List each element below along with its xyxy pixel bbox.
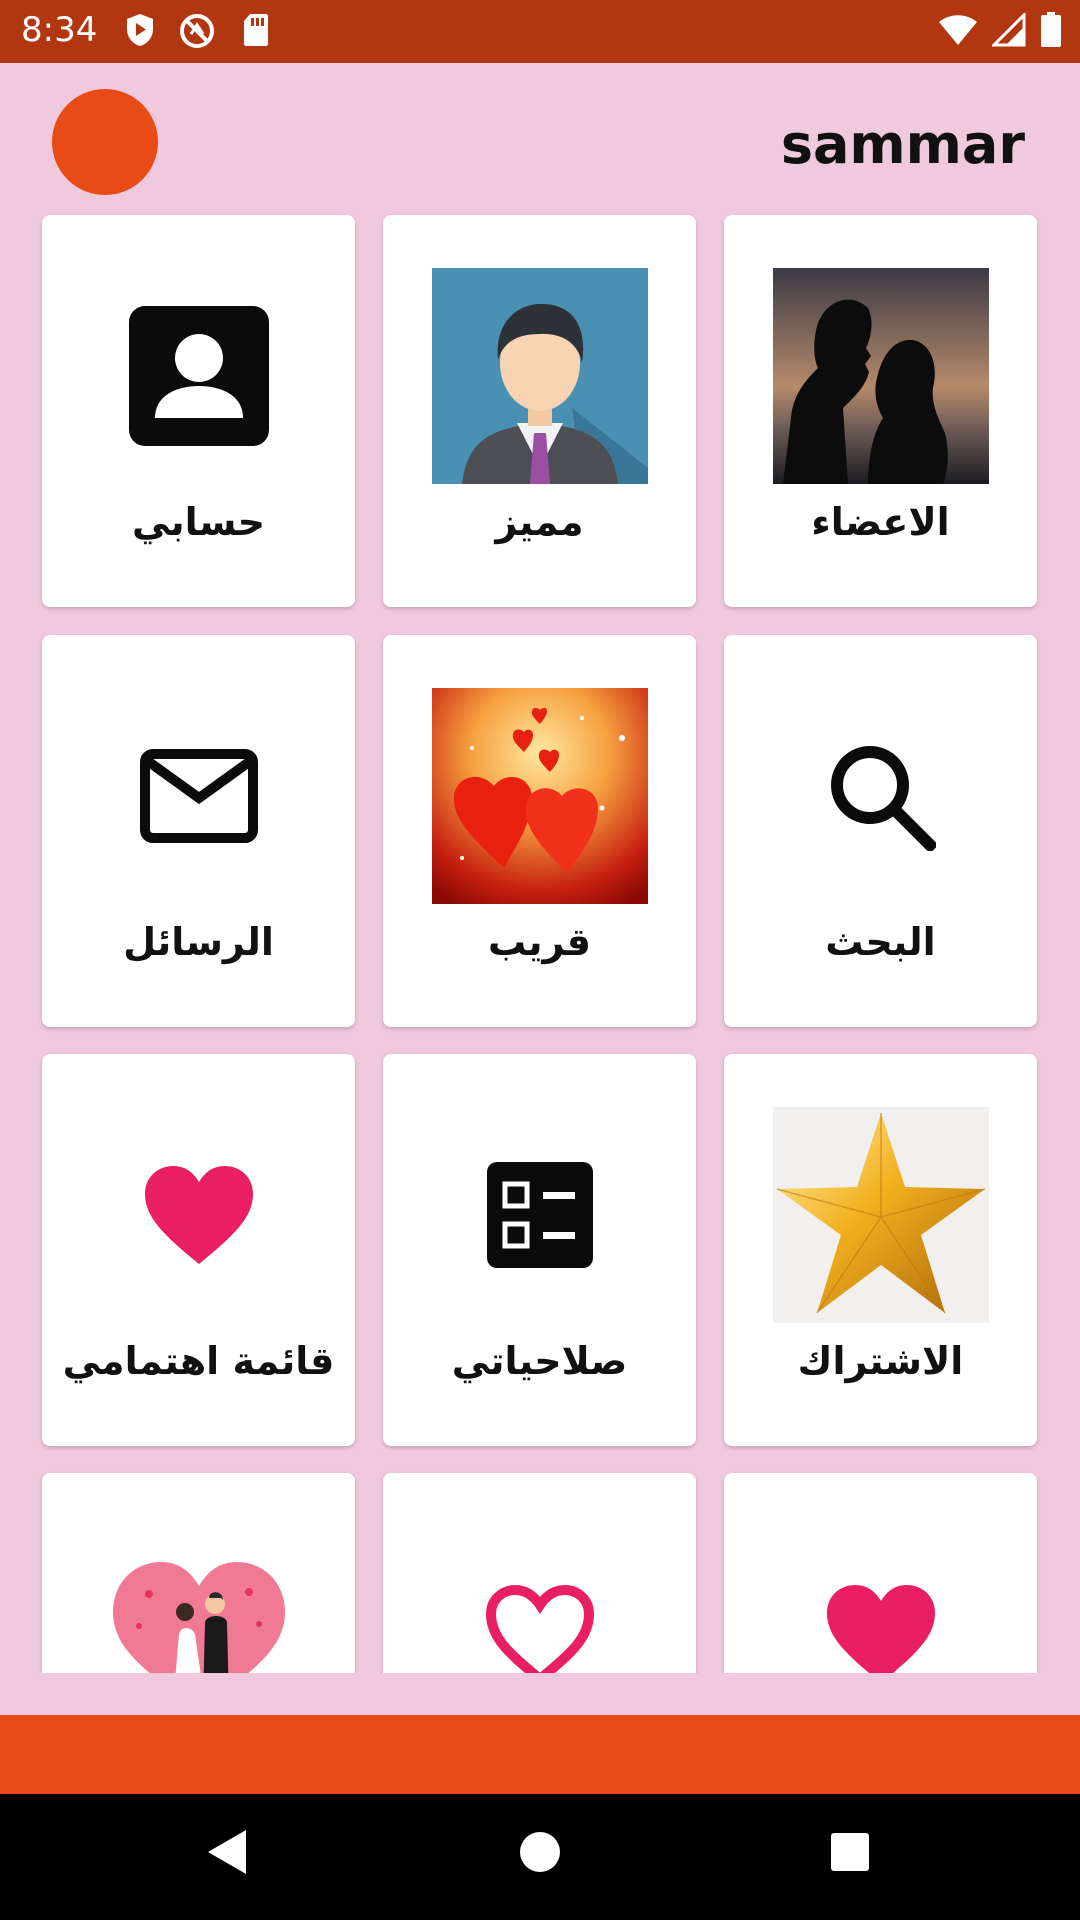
menu-card-favorites[interactable]: [724, 1473, 1037, 1673]
status-bar: 8:34: [0, 0, 1080, 63]
card-label: البحث: [825, 920, 936, 964]
checklist-icon: [432, 1107, 648, 1323]
sd-card-icon: [244, 14, 268, 46]
signal-icon: [992, 13, 1026, 47]
play-protect-icon: [127, 14, 153, 46]
mail-icon: [91, 688, 307, 904]
card-label: الرسائل: [123, 920, 274, 964]
back-icon[interactable]: [204, 1826, 250, 1878]
menu-card-nearby[interactable]: قريب: [383, 635, 696, 1027]
menu-card-premium[interactable]: مميز: [383, 215, 696, 607]
status-time: 8:34: [21, 10, 98, 50]
businessman-avatar-image: [432, 268, 648, 484]
no-sync-icon: [180, 14, 214, 48]
card-label: حسابي: [131, 500, 266, 544]
wedding-couple-heart-image: [91, 1526, 307, 1673]
menu-card-marriage[interactable]: [42, 1473, 355, 1673]
bottom-bar: [0, 1715, 1080, 1794]
status-right-icons: [938, 12, 1062, 48]
heart-filled-icon: [91, 1107, 307, 1323]
card-label: قائمة اهتمامي: [62, 1339, 335, 1383]
menu-card-messages[interactable]: الرسائل: [42, 635, 355, 1027]
menu-card-my-interest-list[interactable]: قائمة اهتمامي: [42, 1054, 355, 1446]
card-label: الاشتراك: [797, 1339, 964, 1383]
app-title: sammar: [780, 113, 1025, 176]
battery-icon: [1041, 12, 1061, 47]
hearts-sparkle-image: [432, 688, 648, 904]
card-label: مميز: [495, 500, 584, 544]
card-label: صلاحياتي: [451, 1339, 628, 1383]
menu-card-search[interactable]: البحث: [724, 635, 1037, 1027]
menu-card-likes[interactable]: [383, 1473, 696, 1673]
card-label: قريب: [487, 920, 591, 964]
menu-card-members[interactable]: الاعضاء: [724, 215, 1037, 607]
couple-silhouette-photo: [773, 268, 989, 484]
account-box-icon: [91, 268, 307, 484]
menu-card-my-account[interactable]: حسابي: [42, 215, 355, 607]
recents-icon[interactable]: [828, 1826, 872, 1878]
app-header: sammar: [0, 63, 1080, 213]
heart-outline-icon: [432, 1526, 648, 1673]
home-icon[interactable]: [518, 1826, 562, 1878]
heart-filled-icon: [773, 1526, 989, 1673]
system-nav-bar: [0, 1794, 1080, 1920]
avatar[interactable]: [52, 89, 158, 195]
menu-grid[interactable]: الاعضاء مميز حسابي البحث قريب الرسائل ال…: [0, 213, 1080, 1673]
card-label: الاعضاء: [811, 500, 950, 544]
wifi-icon: [939, 15, 977, 45]
menu-card-my-permissions[interactable]: صلاحياتي: [383, 1054, 696, 1446]
search-icon: [773, 688, 989, 904]
gold-star-image: [773, 1107, 989, 1323]
menu-card-subscription[interactable]: الاشتراك: [724, 1054, 1037, 1446]
